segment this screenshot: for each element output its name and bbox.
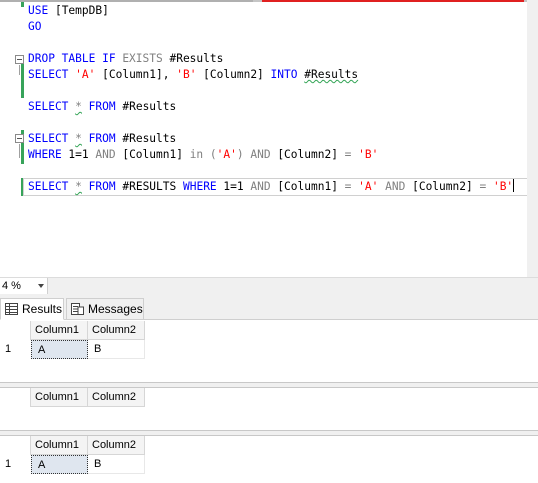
table-cell[interactable]: B <box>88 340 145 359</box>
editor-status-bar: 4 % <box>0 277 538 294</box>
code-line: SELECT * FROM #RESULTS WHERE 1=1 AND [Co… <box>28 179 515 193</box>
collapse-icon[interactable] <box>15 55 24 64</box>
table-cell[interactable]: B <box>88 455 145 474</box>
query-editor[interactable]: USE [TempDB] GO DROP TABLE IF EXISTS #Re… <box>0 0 538 277</box>
column-header[interactable]: Column1 <box>31 388 88 407</box>
table-cell[interactable]: A <box>31 340 88 359</box>
code-line: GO <box>28 20 42 33</box>
editor-top-strip <box>0 0 538 2</box>
column-header[interactable]: Column2 <box>88 388 145 407</box>
zoom-value: 4 % <box>2 280 21 292</box>
messages-icon <box>71 303 84 315</box>
tab-results[interactable]: Results <box>0 298 64 320</box>
fold-guide <box>19 144 20 158</box>
tab-messages[interactable]: Messages <box>66 298 144 320</box>
results-grid-1[interactable]: Column1 Column2 1 A B <box>0 321 538 382</box>
change-marker <box>21 2 24 7</box>
fold-guide <box>19 65 20 75</box>
zoom-dropdown[interactable]: 4 % <box>0 278 48 294</box>
grid-icon <box>5 303 18 315</box>
column-header[interactable]: Column1 <box>31 436 88 455</box>
table-cell[interactable]: A <box>31 455 88 474</box>
vertical-scrollbar[interactable] <box>527 0 538 277</box>
results-grid-3[interactable]: Column1 Column2 1 A B <box>0 436 538 483</box>
code-line: SELECT 'A' [Column1], 'B' [Column2] INTO… <box>28 68 359 81</box>
grid-corner <box>0 388 31 407</box>
chevron-down-icon <box>38 284 44 288</box>
grid-corner <box>0 321 31 340</box>
column-header[interactable]: Column2 <box>88 321 145 340</box>
column-header[interactable]: Column1 <box>31 321 88 340</box>
column-header[interactable]: Column2 <box>88 436 145 455</box>
collapse-icon[interactable] <box>15 134 24 143</box>
code-line: SELECT * FROM #Results <box>28 132 177 145</box>
tab-results-label: Results <box>22 302 63 316</box>
grid-corner <box>0 436 31 455</box>
text-caret <box>513 179 515 192</box>
row-number[interactable]: 1 <box>0 455 31 474</box>
results-tabstrip: Results Messages <box>0 294 538 320</box>
code-line: DROP TABLE IF EXISTS #Results <box>28 52 224 65</box>
results-grid-2[interactable]: Column1 Column2 <box>0 388 538 430</box>
horizontal-scrollbar[interactable] <box>50 280 536 292</box>
code-line: WHERE 1=1 AND [Column1] in ('A') AND [Co… <box>28 148 379 161</box>
code-line: SELECT * FROM #Results <box>28 100 177 113</box>
tab-messages-label: Messages <box>88 302 143 316</box>
code-line: USE [TempDB] <box>28 4 109 17</box>
row-number[interactable]: 1 <box>0 340 31 359</box>
